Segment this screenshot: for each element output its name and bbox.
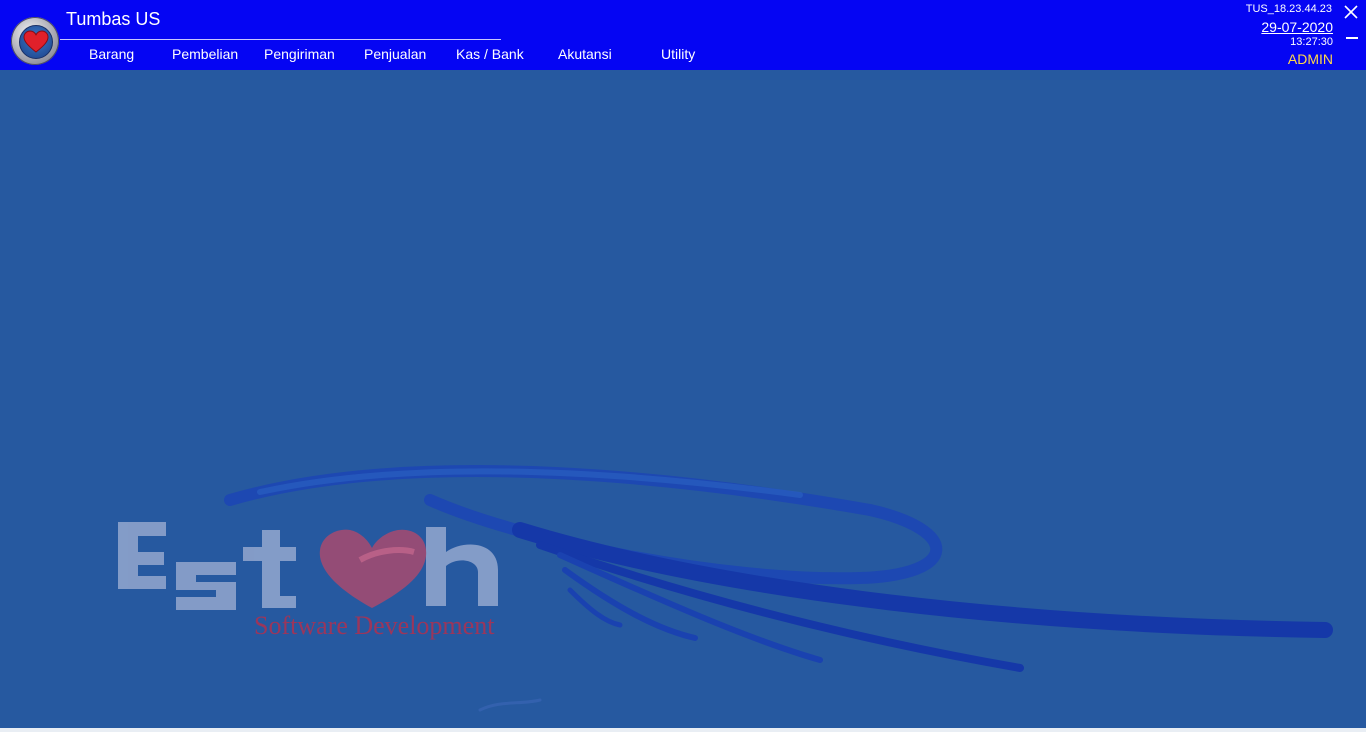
desktop-watermark: Software Development [118, 465, 1333, 712]
taskbar-edge [0, 728, 1366, 732]
brand-logo [118, 522, 498, 610]
heart-logo [319, 529, 427, 608]
brand-tagline: Software Development [254, 611, 495, 640]
